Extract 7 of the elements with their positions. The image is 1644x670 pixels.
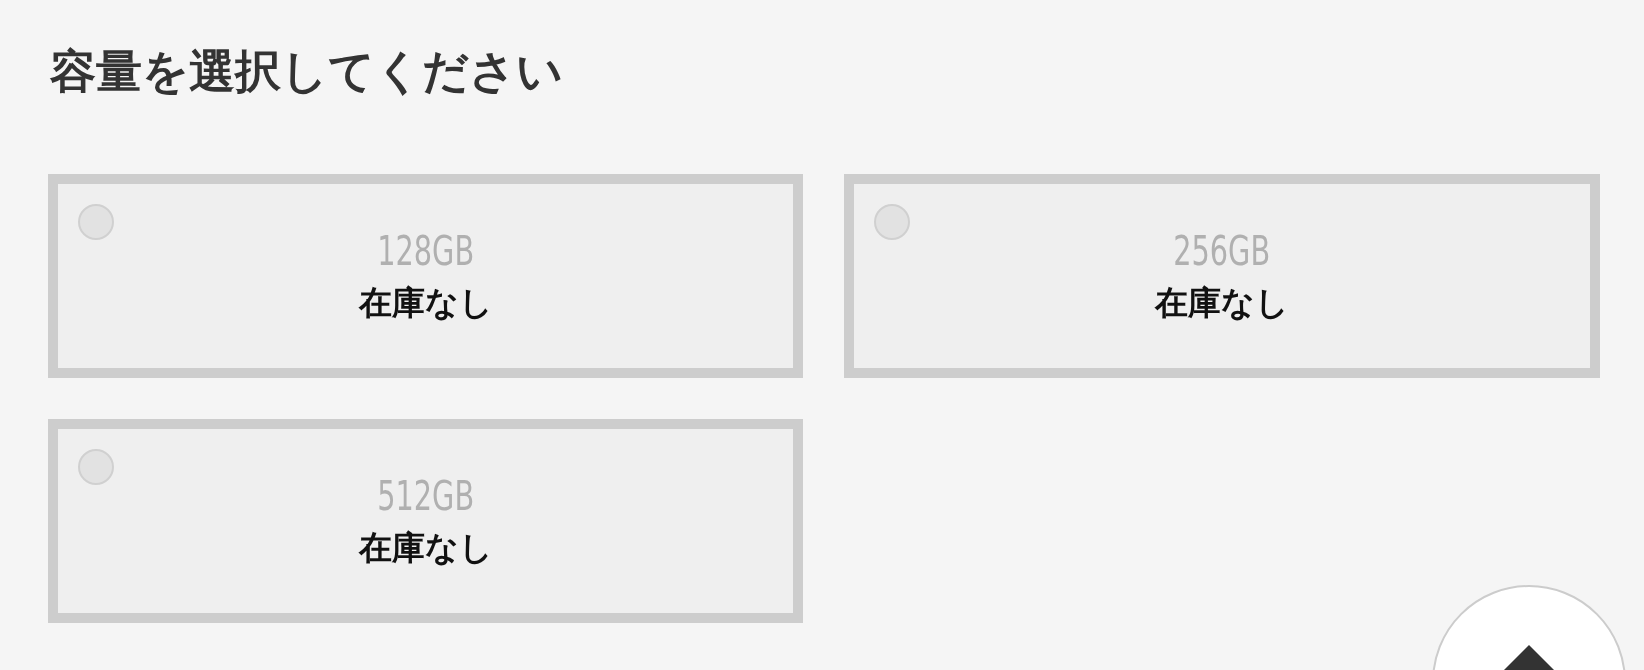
stock-status: 在庫なし [358, 527, 493, 569]
capacity-label: 512GB [377, 472, 474, 520]
stock-status: 在庫なし [358, 282, 493, 324]
stock-status: 在庫なし [1155, 282, 1289, 324]
capacity-label: 256GB [1173, 227, 1271, 275]
capacity-label: 128GB [377, 227, 474, 275]
section-heading: 容量を選択してください [50, 43, 563, 100]
